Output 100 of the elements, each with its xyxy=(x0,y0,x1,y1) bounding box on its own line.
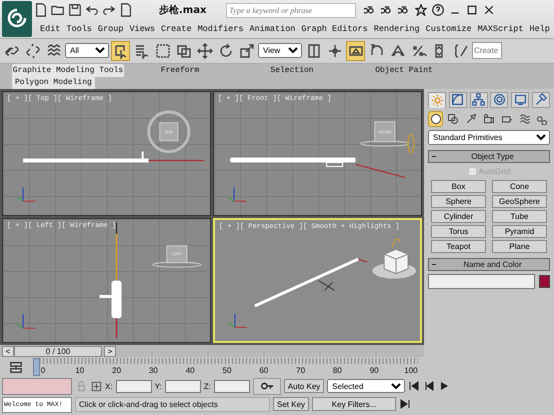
redo-icon[interactable] xyxy=(102,3,116,17)
view-cube-icon xyxy=(152,245,202,268)
frame-number: 10 xyxy=(74,366,86,376)
primitive-button[interactable]: Box xyxy=(431,180,486,193)
rollout-header[interactable]: Object Type xyxy=(428,150,550,163)
frame-number: 70 xyxy=(295,366,306,376)
next-frame-button[interactable]: > xyxy=(104,346,116,357)
toolbar-dropdown[interactable]: View xyxy=(258,43,302,58)
keyboard-shortcut-icon[interactable] xyxy=(346,40,365,61)
view-cube-icon xyxy=(372,238,416,279)
frame-number: 80 xyxy=(332,366,343,376)
axis-tripod-icon xyxy=(16,186,36,202)
frame-number: 90 xyxy=(368,366,380,376)
primitive-button[interactable]: Torus xyxy=(431,224,486,238)
current-frame-marker[interactable] xyxy=(33,358,40,376)
primitive-button[interactable]: GeoSphere xyxy=(492,194,547,208)
menu-item[interactable]: Customize xyxy=(426,24,472,34)
frame-number: 30 xyxy=(148,366,159,376)
menu-item[interactable]: Create xyxy=(160,24,192,34)
go-to-end-icon[interactable] xyxy=(399,398,412,410)
ribbon-tab[interactable]: Selection xyxy=(236,64,348,77)
project-icon[interactable] xyxy=(119,3,133,17)
frame-number: 50 xyxy=(222,366,232,376)
script-listener-field[interactable] xyxy=(2,378,72,396)
frame-number: 0 xyxy=(40,366,46,376)
primitive-button[interactable]: Teapot xyxy=(431,240,486,253)
primitive-button[interactable]: Sphere xyxy=(431,194,486,208)
auto-key-button[interactable]: Auto Key xyxy=(284,379,324,394)
grid-cross-drawing xyxy=(318,280,335,291)
search-field[interactable]: Type a keyword or phrase xyxy=(226,2,356,18)
coordinate-label: Z: xyxy=(204,382,211,391)
cursor-icon[interactable] xyxy=(111,40,130,61)
wheel-icon[interactable] xyxy=(490,92,508,108)
color-swatch[interactable] xyxy=(539,274,550,288)
menu-item[interactable]: MAXScript xyxy=(478,24,524,34)
status-prompt: Click or click-and-drag to select objects xyxy=(75,396,270,412)
selection-set-field[interactable]: Create xyxy=(472,42,502,60)
menu-item[interactable]: Help xyxy=(529,24,550,34)
coordinate-label: Y: xyxy=(154,382,162,391)
open-folder-icon[interactable] xyxy=(51,3,65,17)
time-slider-handle[interactable]: 0 / 100 xyxy=(14,346,102,357)
previous-frame-button[interactable]: < xyxy=(2,346,14,357)
menu-item[interactable]: Modifiers xyxy=(198,24,244,34)
axis-tripod-icon xyxy=(228,186,247,202)
hammer-icon[interactable] xyxy=(532,92,550,108)
curve-icon[interactable] xyxy=(448,92,467,108)
curve-editor-icon[interactable] xyxy=(8,359,24,376)
coordinate-field[interactable] xyxy=(214,380,250,393)
timeline-ruler[interactable]: 0 10 20 30 40 50 60 70 80 90 100 xyxy=(36,358,418,376)
primitive-button[interactable]: Cylinder xyxy=(431,210,486,223)
menu-item[interactable]: Animation xyxy=(249,24,296,34)
monitor-icon[interactable] xyxy=(511,92,530,108)
frame-number: 60 xyxy=(258,366,270,376)
star-icon[interactable] xyxy=(415,4,428,16)
menu-item[interactable]: Tools xyxy=(66,24,92,34)
primitive-button[interactable]: Plane xyxy=(492,240,547,253)
primitive-button[interactable]: Cone xyxy=(492,180,547,193)
frame-number: 100 xyxy=(404,366,418,376)
menu-item[interactable]: Views xyxy=(129,24,155,34)
save-icon[interactable] xyxy=(68,3,82,17)
axis-tripod-icon xyxy=(228,313,248,328)
ribbon-tab[interactable]: Object Paint xyxy=(348,64,460,77)
hierarchy-icon[interactable] xyxy=(470,92,488,108)
help-icon[interactable] xyxy=(432,4,444,16)
view-cube-icon xyxy=(360,121,414,153)
object-name-field[interactable] xyxy=(428,274,535,289)
set-key-button[interactable]: Set Key xyxy=(273,397,310,412)
menu-item[interactable]: Edit xyxy=(40,24,60,34)
view-cube-icon xyxy=(147,110,190,154)
sphere-icon[interactable] xyxy=(428,110,443,127)
menu-item[interactable]: Rendering xyxy=(374,24,420,34)
window-title: 步枪.max xyxy=(159,4,206,17)
axis-tripod-icon xyxy=(16,314,36,329)
play-icon[interactable] xyxy=(438,380,450,392)
coordinate-field[interactable] xyxy=(116,380,152,393)
close-icon[interactable] xyxy=(483,4,496,16)
frame-number: 20 xyxy=(111,366,122,376)
new-file-icon[interactable] xyxy=(34,3,48,17)
category-dropdown[interactable]: Standard Primitives xyxy=(428,130,550,145)
ribbon-tab[interactable]: Freeform xyxy=(124,64,236,77)
app-logo-icon[interactable] xyxy=(2,1,32,37)
key-filters-button[interactable]: Key Filters... xyxy=(312,397,396,412)
menu-item[interactable]: Group xyxy=(98,24,124,34)
menu-item[interactable]: Graph Editors xyxy=(301,24,368,34)
rollout-header[interactable]: Name and Color xyxy=(428,258,550,271)
maximize-icon[interactable] xyxy=(466,4,478,16)
go-to-start-icon[interactable] xyxy=(408,380,420,392)
frame-number: 40 xyxy=(184,366,196,376)
key-mode-dropdown[interactable]: Selected xyxy=(327,379,406,394)
move-arrows-icon[interactable] xyxy=(195,40,214,61)
coordinate-label: X: xyxy=(105,382,113,391)
coordinate-field[interactable] xyxy=(164,380,201,393)
ribbon-tab[interactable]: Graphite Modeling Tools xyxy=(12,64,124,77)
primitive-button[interactable]: Tube xyxy=(492,210,547,223)
ribbon-panel-tab[interactable]: Polygon Modeling xyxy=(12,76,95,89)
absolute-mode-icon[interactable] xyxy=(90,380,102,392)
primitive-button[interactable]: Pyramid xyxy=(492,224,547,238)
previous-frame-icon[interactable] xyxy=(423,380,436,392)
undo-icon[interactable] xyxy=(85,3,99,17)
toolbar-dropdown[interactable]: All xyxy=(65,43,109,58)
